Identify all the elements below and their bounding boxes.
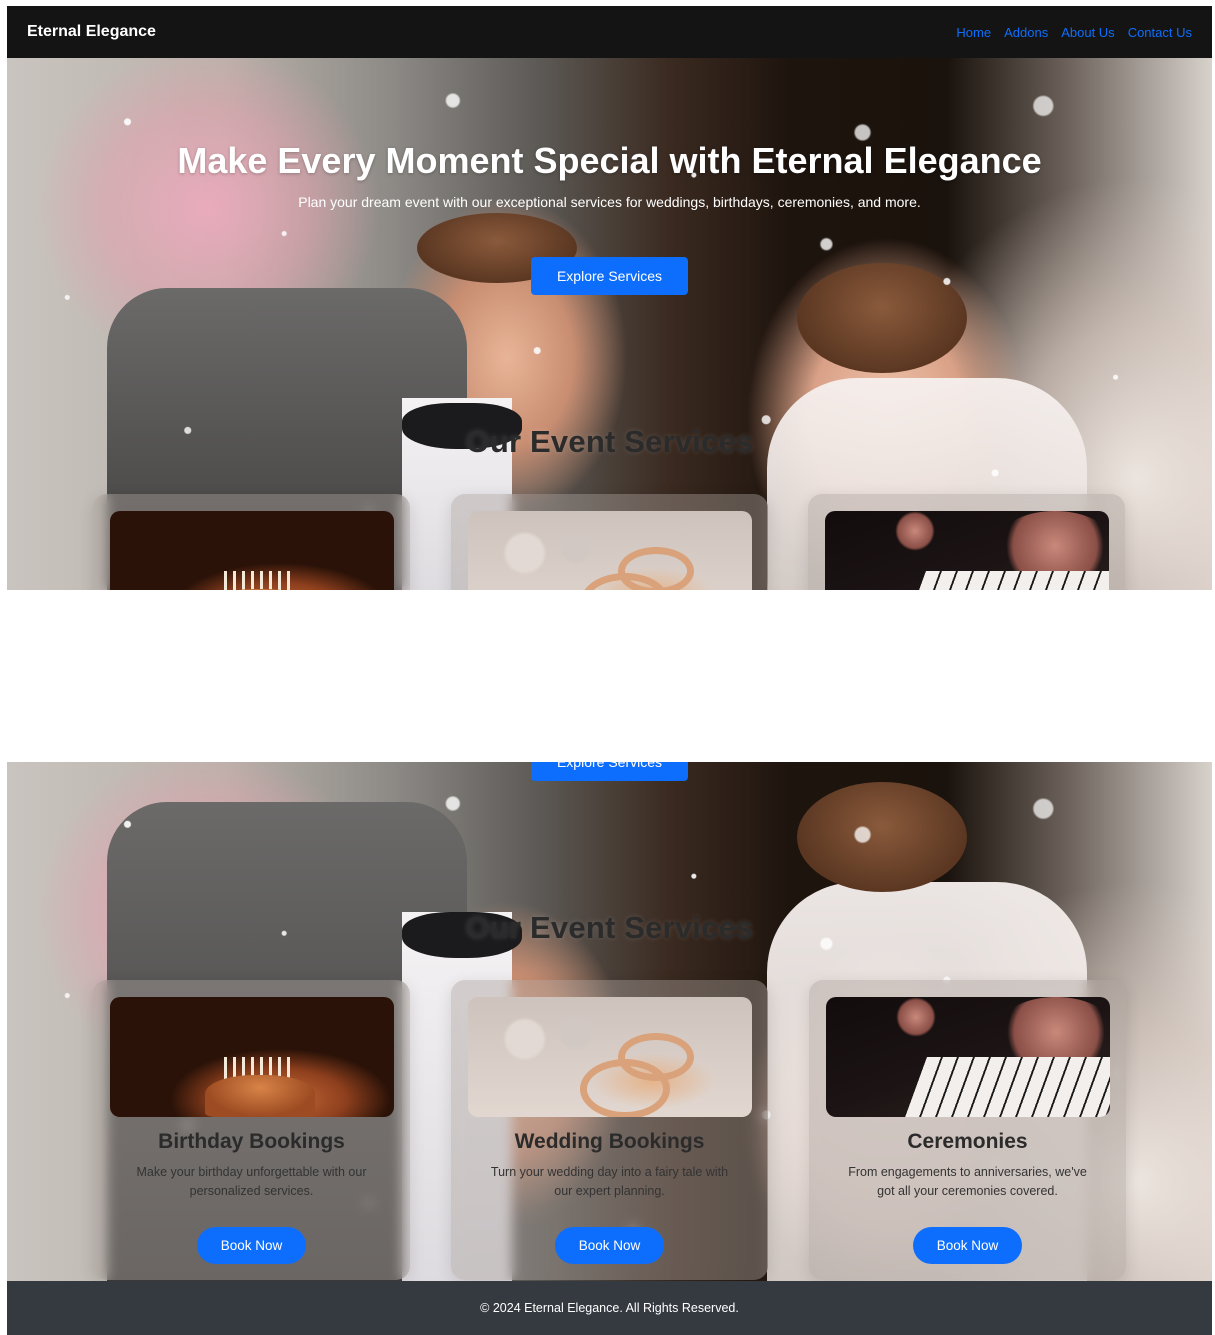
services-cards-preview: [7, 58, 1212, 590]
book-now-button-wedding[interactable]: Book Now: [555, 1227, 664, 1264]
footer-copyright: © 2024 Eternal Elegance. All Rights Rese…: [480, 1301, 739, 1315]
nav-link-home[interactable]: Home: [956, 25, 991, 40]
service-card-birthday-preview: [93, 494, 410, 590]
birthday-card-image: [110, 997, 394, 1117]
service-card-title: Ceremonies: [907, 1130, 1028, 1153]
book-now-button-birthday[interactable]: Book Now: [197, 1227, 306, 1264]
ceremony-card-image: [825, 511, 1109, 590]
service-card-description: Make your birthday unforgettable with ou…: [136, 1165, 367, 1198]
ceremony-card-image: [826, 997, 1110, 1117]
services-section-title-scrolled: Our Event Services: [465, 910, 754, 945]
service-card-title: Wedding Bookings: [514, 1130, 705, 1153]
nav-link-addons[interactable]: Addons: [1004, 25, 1048, 40]
wedding-card-image: [468, 997, 752, 1117]
footer: © 2024 Eternal Elegance. All Rights Rese…: [7, 1281, 1212, 1335]
brand-logo[interactable]: Eternal Elegance: [27, 23, 156, 41]
service-card-ceremony: Ceremonies From engagements to anniversa…: [809, 980, 1126, 1280]
service-card-description: Turn your wedding day into a fairy tale …: [490, 1165, 729, 1198]
nav-links: Home Addons About Us Contact Us: [956, 25, 1192, 40]
book-now-button-ceremony[interactable]: Book Now: [913, 1227, 1022, 1264]
navbar: Eternal Elegance Home Addons About Us Co…: [7, 6, 1212, 58]
service-card-description: From engagements to anniversaries, we've…: [848, 1165, 1087, 1198]
birthday-card-image: [110, 511, 394, 590]
wedding-card-image: [468, 511, 752, 590]
scroll-gap: [0, 590, 1215, 762]
service-card-ceremony-preview: [808, 494, 1125, 590]
service-card-title: Birthday Bookings: [158, 1130, 345, 1153]
service-card-wedding-preview: [451, 494, 768, 590]
nav-link-about-us[interactable]: About Us: [1061, 25, 1114, 40]
service-card-wedding: Wedding Bookings Turn your wedding day i…: [451, 980, 768, 1280]
nav-link-contact-us[interactable]: Contact Us: [1128, 25, 1192, 40]
service-card-birthday: Birthday Bookings Make your birthday unf…: [93, 980, 410, 1280]
